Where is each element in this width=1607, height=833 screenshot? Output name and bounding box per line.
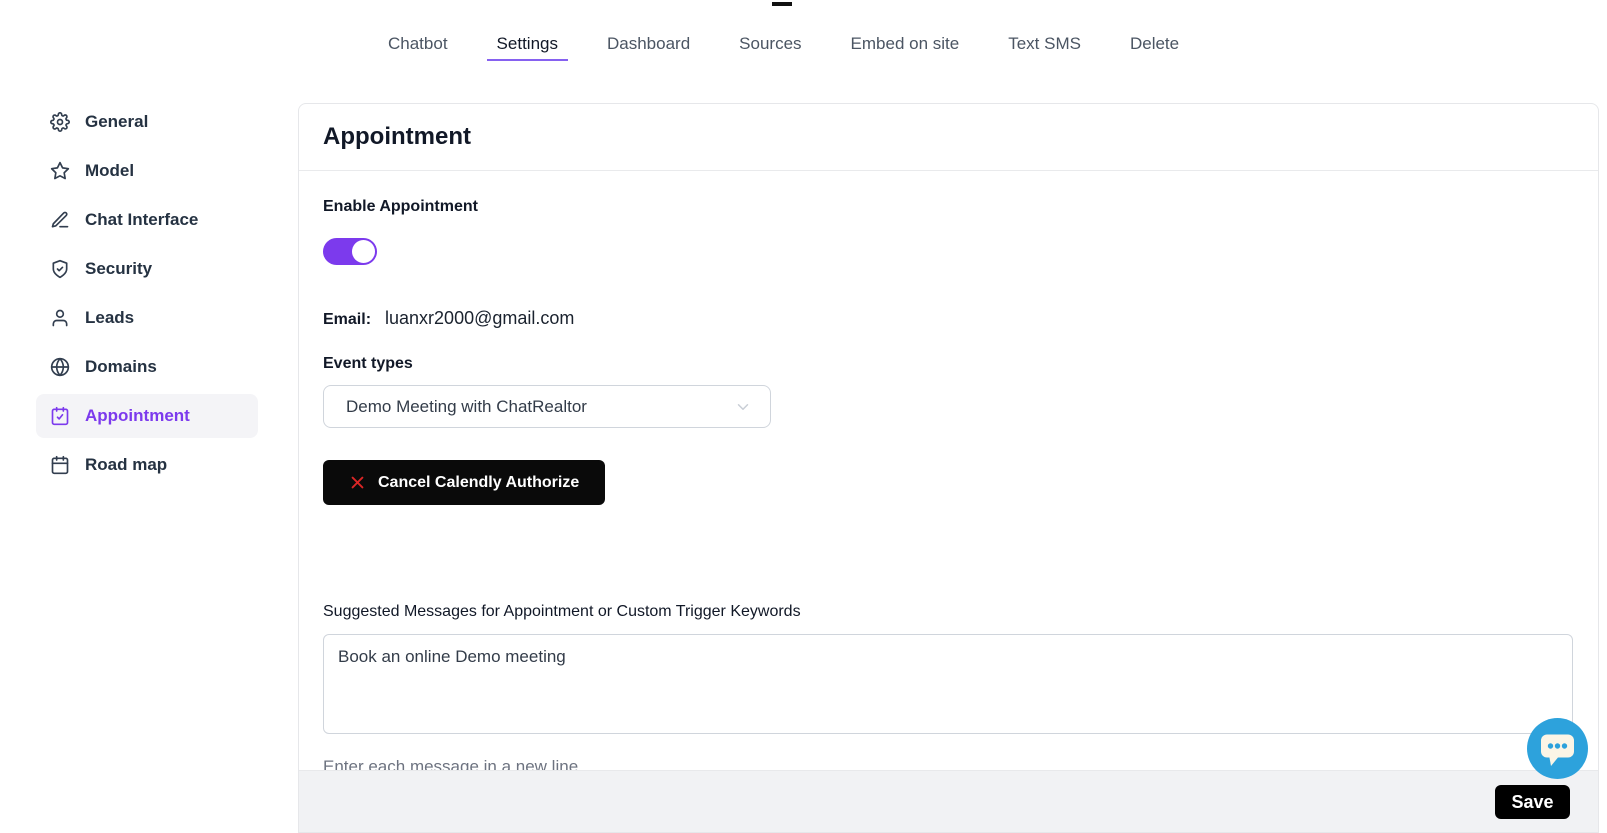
chat-bubble-icon	[1527, 718, 1588, 779]
sidebar-item-leads[interactable]: Leads	[36, 296, 258, 340]
sidebar-item-appointment[interactable]: Appointment	[36, 394, 258, 438]
sidebar-item-label: Road map	[85, 455, 167, 475]
suggested-messages-input[interactable]: Book an online Demo meeting	[323, 634, 1573, 734]
sidebar-item-security[interactable]: Security	[36, 247, 258, 291]
sidebar-item-label: Leads	[85, 308, 134, 328]
chat-widget-button[interactable]	[1527, 718, 1588, 779]
star-icon	[50, 161, 70, 181]
tab-embed-on-site[interactable]: Embed on site	[851, 35, 960, 61]
sidebar-item-domains[interactable]: Domains	[36, 345, 258, 389]
page-title: Appointment	[323, 123, 471, 151]
sidebar-item-label: Model	[85, 161, 134, 181]
suggested-messages-label: Suggested Messages for Appointment or Cu…	[323, 603, 801, 621]
save-bar: Save	[299, 770, 1598, 832]
tab-dashboard[interactable]: Dashboard	[607, 35, 690, 61]
email-value: luanxr2000@gmail.com	[385, 308, 574, 329]
tab-settings[interactable]: Settings	[487, 35, 568, 61]
x-icon	[349, 474, 366, 491]
tab-chatbot[interactable]: Chatbot	[388, 35, 448, 61]
calendar-check-icon	[50, 406, 70, 426]
sidebar-item-label: General	[85, 112, 148, 132]
sidebar-item-model[interactable]: Model	[36, 149, 258, 193]
event-types-selected-value: Demo Meeting with ChatRealtor	[346, 397, 734, 417]
email-label: Email:	[323, 311, 371, 329]
panel-header: Appointment	[299, 104, 1598, 171]
calendar-icon	[50, 455, 70, 475]
toggle-knob	[352, 240, 375, 263]
appointment-settings-panel: Appointment Enable Appointment Email: lu…	[298, 103, 1599, 833]
email-row: Email: luanxr2000@gmail.com	[323, 308, 574, 329]
sidebar-item-label: Appointment	[85, 406, 190, 426]
event-types-select[interactable]: Demo Meeting with ChatRealtor	[323, 385, 771, 428]
shield-check-icon	[50, 259, 70, 279]
chevron-down-icon	[734, 398, 752, 416]
sidebar-item-road-map[interactable]: Road map	[36, 443, 258, 487]
event-types-label: Event types	[323, 355, 413, 373]
gear-icon	[50, 112, 70, 132]
tab-text-sms[interactable]: Text SMS	[1008, 35, 1081, 61]
sidebar-item-general[interactable]: General	[36, 100, 258, 144]
tab-sources[interactable]: Sources	[739, 35, 801, 61]
enable-appointment-label: Enable Appointment	[323, 198, 478, 216]
cancel-calendly-button[interactable]: Cancel Calendly Authorize	[323, 460, 605, 505]
sidebar-item-label: Domains	[85, 357, 157, 377]
sidebar-item-label: Chat Interface	[85, 210, 198, 230]
user-icon	[50, 308, 70, 328]
globe-icon	[50, 357, 70, 377]
sidebar-item-label: Security	[85, 259, 152, 279]
window-drag-dash	[772, 2, 792, 6]
save-button[interactable]: Save	[1495, 785, 1570, 819]
edit-pencil-icon	[50, 210, 70, 230]
tab-delete[interactable]: Delete	[1130, 35, 1179, 61]
chatbot-tabs: Chatbot Settings Dashboard Sources Embed…	[388, 35, 1179, 61]
cancel-calendly-label: Cancel Calendly Authorize	[378, 474, 579, 492]
settings-sidebar: General Model Chat Interface Security Le…	[36, 100, 258, 492]
sidebar-item-chat-interface[interactable]: Chat Interface	[36, 198, 258, 242]
enable-appointment-toggle[interactable]	[323, 238, 377, 265]
